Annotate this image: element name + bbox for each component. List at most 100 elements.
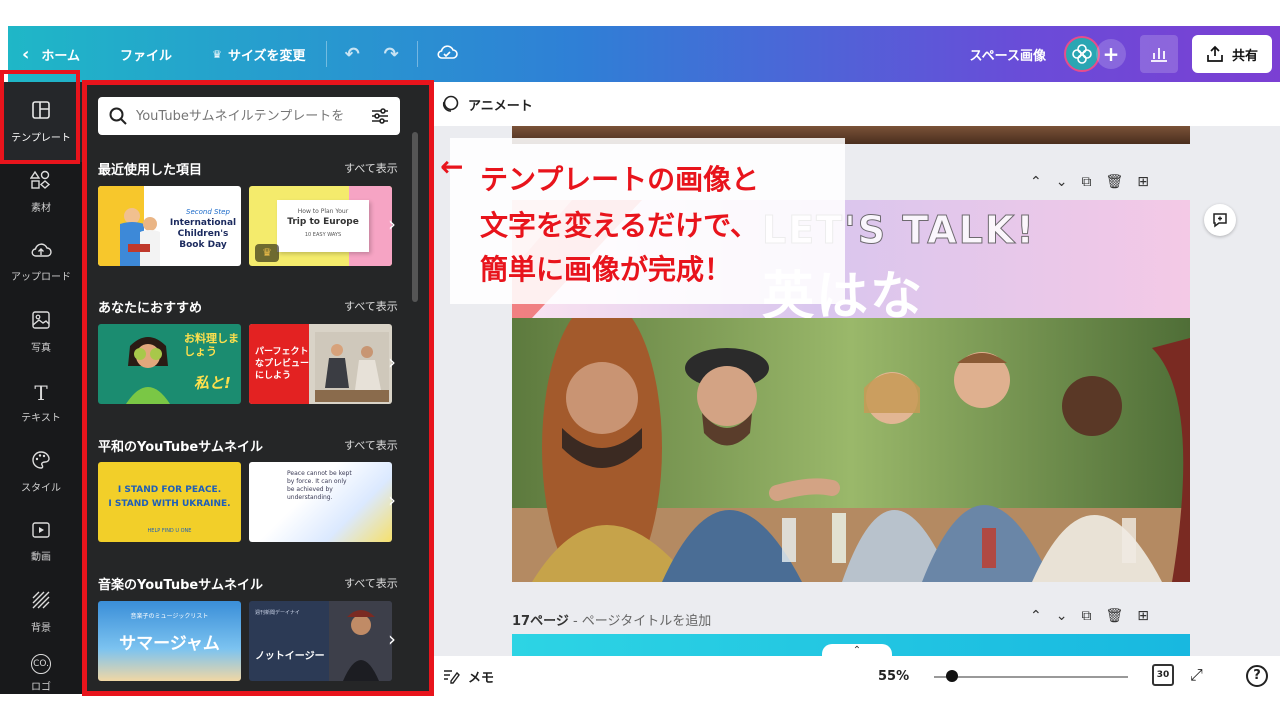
- template-thumbnail[interactable]: I STAND FOR PEACE. I STAND WITH UKRAINE.…: [98, 462, 241, 542]
- toolbar-divider: [416, 41, 418, 67]
- animate-icon: [442, 95, 459, 112]
- animate-button[interactable]: アニメート: [440, 94, 533, 114]
- bottom-toolbar: メモ 55% 30 ⤢ ?: [434, 656, 1280, 696]
- thumb-text: HELP FIND U ONE: [147, 528, 192, 534]
- section-title: あなたにおすすめ: [98, 301, 203, 316]
- file-menu[interactable]: ファイル: [94, 26, 186, 82]
- see-all-link[interactable]: すべて表示: [344, 160, 398, 176]
- design-photo[interactable]: [512, 318, 1190, 582]
- filter-icon[interactable]: [370, 106, 390, 126]
- sidebar-item-templates[interactable]: テンプレート: [0, 82, 82, 162]
- duplicate-icon[interactable]: ⧉: [1081, 608, 1091, 624]
- redo-icon[interactable]: ↷: [372, 44, 411, 65]
- toolbar-right: スペース画像 + 共有: [970, 26, 1280, 82]
- shapes-icon: [29, 170, 52, 195]
- template-thumbnail[interactable]: Peace cannot be kept by force. It can on…: [249, 462, 392, 542]
- template-thumbnail[interactable]: パーフェクトなプレビューにしよう: [249, 324, 392, 404]
- chevron-up-icon[interactable]: ⌃: [1030, 174, 1042, 190]
- template-thumbnail[interactable]: Second Step International Children's Boo…: [98, 186, 241, 266]
- insights-icon[interactable]: [1139, 35, 1178, 73]
- page-number: 17ページ: [512, 614, 569, 629]
- resize-label: サイズを変更: [227, 48, 306, 64]
- template-panel: 最近使用した項目 すべて表示 Second Step International…: [82, 82, 434, 694]
- sidebar-item-photos[interactable]: 写真: [0, 302, 82, 362]
- page-controls: ⌃ ⌄ ⧉ 🗑 ⊞: [1030, 608, 1149, 624]
- sidebar-item-label: 背景: [31, 623, 51, 634]
- zoom-level[interactable]: 55%: [878, 669, 909, 684]
- thumb-text: 週刊新聞デーイナイ: [255, 610, 300, 616]
- chevron-down-icon[interactable]: ⌄: [1056, 608, 1068, 624]
- share-button[interactable]: 共有: [1191, 35, 1272, 73]
- template-thumbnail[interactable]: 音楽子のミュージックリスト サマージャム: [98, 601, 241, 681]
- chevron-down-icon[interactable]: ⌄: [1056, 174, 1068, 190]
- chevron-right-icon[interactable]: ›: [388, 212, 396, 236]
- chevron-right-icon[interactable]: ›: [388, 350, 396, 374]
- search-input[interactable]: [136, 108, 362, 124]
- chevron-up-icon[interactable]: ⌃: [822, 644, 892, 656]
- crown-icon: ♛: [255, 244, 279, 262]
- section-title: 平和のYouTubeサムネイル: [98, 440, 263, 455]
- upload-icon: [1207, 45, 1223, 62]
- sidebar-item-background[interactable]: 背景: [0, 582, 82, 642]
- thumb-text: 私と!: [194, 374, 231, 392]
- comment-button[interactable]: [1204, 204, 1236, 236]
- sidebar-item-uploads[interactable]: アップロード: [0, 232, 82, 292]
- cloud-upload-icon: [30, 241, 52, 264]
- notes-label: メモ: [468, 670, 495, 686]
- duplicate-icon[interactable]: ⧉: [1081, 174, 1091, 190]
- space-title[interactable]: スペース画像: [970, 45, 1046, 64]
- thumb-text: Peace cannot be kept by force. It can on…: [287, 470, 352, 501]
- add-page-icon[interactable]: ⊞: [1137, 608, 1149, 624]
- text-icon: T: [34, 380, 48, 405]
- sidebar-item-label: スタイル: [21, 483, 61, 494]
- children-illustration: [120, 208, 160, 266]
- template-thumbnail[interactable]: How to Plan Your Trip to Europe 10 EASY …: [249, 186, 392, 266]
- add-member-icon[interactable]: +: [1095, 39, 1126, 69]
- image-icon: [31, 310, 51, 335]
- annotation-text: 簡単に画像が完成！: [480, 253, 733, 286]
- template-thumbnail[interactable]: 週刊新聞デーイナイ ノットイージー: [249, 601, 392, 681]
- sidebar-item-logo[interactable]: CO. ロゴ: [0, 652, 82, 694]
- chevron-up-icon[interactable]: ⌃: [1030, 608, 1042, 624]
- avatar[interactable]: [1063, 36, 1100, 72]
- template-thumbnail[interactable]: お料理しましょう 私と!: [98, 324, 241, 404]
- add-page-icon[interactable]: ⊞: [1137, 174, 1149, 190]
- resize-button[interactable]: ♛ サイズを変更: [186, 26, 320, 82]
- chevron-right-icon[interactable]: ›: [388, 488, 396, 512]
- trash-icon[interactable]: 🗑: [1105, 608, 1123, 624]
- page-controls: ⌃ ⌄ ⧉ 🗑 ⊞: [1030, 174, 1149, 190]
- animate-label: アニメート: [468, 98, 533, 114]
- undo-icon[interactable]: ↶: [333, 44, 372, 65]
- sidebar-item-styles[interactable]: スタイル: [0, 442, 82, 502]
- zoom-slider[interactable]: [934, 676, 1128, 678]
- musician-illustration: [329, 601, 392, 681]
- see-all-link[interactable]: すべて表示: [344, 575, 398, 591]
- sidebar-item-text[interactable]: T テキスト: [0, 372, 82, 432]
- template-search[interactable]: [98, 97, 400, 135]
- woman-illustration: [126, 337, 170, 404]
- chevron-right-icon[interactable]: ›: [388, 627, 396, 651]
- see-all-link[interactable]: すべて表示: [344, 437, 398, 453]
- sidebar-item-elements[interactable]: 素材: [0, 162, 82, 222]
- panel-scrollbar[interactable]: [412, 132, 418, 302]
- section-title: 音楽のYouTubeサムネイル: [98, 578, 263, 593]
- sidebar-item-label: 写真: [31, 343, 51, 354]
- notes-button[interactable]: メモ: [434, 667, 494, 686]
- page-count-button[interactable]: 30: [1152, 664, 1174, 686]
- zoom-slider-handle[interactable]: [946, 670, 958, 682]
- trash-icon[interactable]: 🗑: [1105, 174, 1123, 190]
- cloud-sync-icon[interactable]: [424, 43, 470, 66]
- thumb-text: パーフェクトなプレビューにしよう: [255, 347, 310, 381]
- see-all-link[interactable]: すべて表示: [344, 298, 398, 314]
- toolbar-divider: [325, 41, 327, 67]
- home-button[interactable]: ‹ ホーム: [8, 26, 94, 82]
- logo-icon: CO.: [31, 654, 51, 674]
- help-icon[interactable]: ?: [1246, 665, 1268, 687]
- layout-icon: [31, 100, 51, 125]
- thumb-text: International Children's Book Day: [169, 218, 237, 250]
- thumb-text: お料理しましょう: [184, 332, 239, 358]
- sidebar-item-videos[interactable]: 動画: [0, 512, 82, 572]
- thumb-text: 音楽子のミュージックリスト: [130, 613, 209, 620]
- page-title-input[interactable]: - ページタイトルを追加: [569, 614, 711, 629]
- fullscreen-icon[interactable]: ⤢: [1190, 665, 1203, 685]
